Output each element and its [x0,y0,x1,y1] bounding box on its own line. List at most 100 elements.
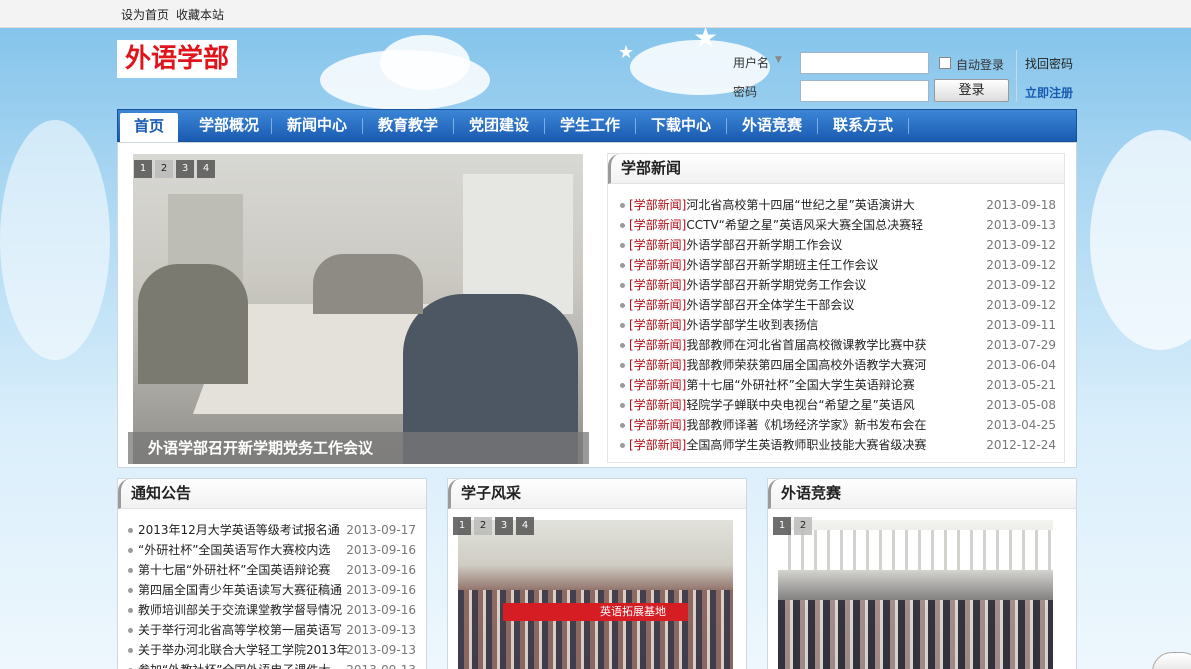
news-title[interactable]: 外语学部召开新学期党务工作会议 [686,278,866,292]
slide-page-1[interactable]: 1 [134,160,152,178]
student-crowd [458,590,733,669]
register-link[interactable]: 立即注册 [1025,84,1073,101]
news-item[interactable]: [学部新闻]全国高师学生英语教师职业技能大赛省级决赛 2012-12-24 [620,435,1056,455]
auto-login-checkbox[interactable] [939,57,951,69]
news-tag[interactable]: [学部新闻] [629,258,686,272]
password-input[interactable] [800,80,929,102]
student-page-1[interactable]: 1 [453,517,471,535]
notice-item[interactable]: “外研社杯”全国英语写作大赛校内选 2013-09-16 [128,540,416,560]
notice-title[interactable]: “外研社杯”全国英语写作大赛校内选 [138,543,330,557]
news-tag[interactable]: [学部新闻] [629,378,686,392]
news-tag[interactable]: [学部新闻] [629,198,686,212]
student-page-3[interactable]: 3 [495,517,513,535]
bullet-icon [128,548,133,553]
nav-downloads[interactable]: 下载中心 [636,110,726,141]
student-style-title: 学子风采 [448,479,746,509]
chevron-down-icon[interactable]: ▼ [775,55,782,65]
news-item[interactable]: [学部新闻]第十七届“外研社杯”全国大学生英语辩论赛 2013-05-21 [620,375,1056,395]
news-tag[interactable]: [学部新闻] [629,438,686,452]
news-item[interactable]: [学部新闻]外语学部召开全体学生干部会议 2013-09-12 [620,295,1056,315]
news-title[interactable]: 外语学部学生收到表扬信 [686,318,818,332]
nav-competition[interactable]: 外语竞赛 [727,110,817,141]
news-title[interactable]: 轻院学子蝉联中央电视台“希望之星”英语风 [686,398,914,412]
nav-news-center[interactable]: 新闻中心 [272,110,362,141]
student-page-2[interactable]: 2 [474,517,492,535]
news-item[interactable]: [学部新闻]外语学部召开新学期班主任工作会议 2013-09-12 [620,255,1056,275]
news-item[interactable]: [学部新闻]外语学部召开新学期党务工作会议 2013-09-12 [620,275,1056,295]
news-tag[interactable]: [学部新闻] [629,358,686,372]
competition-photo[interactable] [778,520,1053,669]
news-title[interactable]: 外语学部召开全体学生干部会议 [686,298,854,312]
hall-ceiling [778,530,1053,570]
notice-item[interactable]: 关于举办河北联合大学轻工学院2013年 2013-09-13 [128,640,416,660]
username-input[interactable] [800,52,929,74]
slide-page-2[interactable]: 2 [155,160,173,178]
news-tag[interactable]: [学部新闻] [629,398,686,412]
news-item[interactable]: [学部新闻]我部教师荣获第四届全国高校外语教学大赛河 2013-06-04 [620,355,1056,375]
nav-student-work[interactable]: 学生工作 [545,110,635,141]
notice-item[interactable]: 教师培训部关于交流课堂教学督导情况 2013-09-16 [128,600,416,620]
site-logo[interactable]: 外语学部 [117,40,237,78]
notice-title[interactable]: 关于举行河北省高等学校第一届英语写 [138,623,342,637]
news-item[interactable]: [学部新闻]我部教师在河北省首届高校微课教学比赛中获 2013-07-29 [620,335,1056,355]
notice-title[interactable]: 参加“外教社杯”全国外语电子课件大 [138,663,330,669]
notice-item[interactable]: 第十七届“外研社杯”全国英语辩论赛 2013-09-16 [128,560,416,580]
news-tag[interactable]: [学部新闻] [629,318,686,332]
nav-teaching[interactable]: 教育教学 [363,110,453,141]
student-page-4[interactable]: 4 [516,517,534,535]
competition-page-2[interactable]: 2 [794,517,812,535]
student-style-photo[interactable]: 英语拓展基地 [458,520,733,669]
news-title[interactable]: 外语学部召开新学期工作会议 [686,238,842,252]
news-tag[interactable]: [学部新闻] [629,218,686,232]
auto-login-label[interactable]: 自动登录 [956,56,1004,73]
news-date: 2013-05-21 [986,378,1056,392]
bullet-icon [620,323,625,328]
slide-page-3[interactable]: 3 [176,160,194,178]
news-tag[interactable]: [学部新闻] [629,338,686,352]
slide-page-4[interactable]: 4 [197,160,215,178]
notice-title[interactable]: 教师培训部关于交流课堂教学督导情况 [138,603,342,617]
set-homepage-link[interactable]: 设为首页 [121,6,169,23]
news-item[interactable]: [学部新闻]CCTV“希望之星”英语风采大赛全国总决赛轻 2013-09-13 [620,215,1056,235]
notice-item[interactable]: 2013年12月大学英语等级考试报名通 2013-09-17 [128,520,416,540]
notice-title[interactable]: 第四届全国青少年英语读写大赛征稿通 [138,583,342,597]
notice-date: 2013-09-13 [346,660,416,669]
notice-title[interactable]: 2013年12月大学英语等级考试报名通 [138,523,340,537]
news-title[interactable]: 我部教师荣获第四届全国高校外语教学大赛河 [686,358,926,372]
notices-box-title: 通知公告 [118,479,426,509]
competition-page-1[interactable]: 1 [773,517,791,535]
news-tag[interactable]: [学部新闻] [629,278,686,292]
news-title[interactable]: 我部教师在河北省首届高校微课教学比赛中获 [686,338,926,352]
bullet-icon [620,243,625,248]
scroll-top-button[interactable] [1152,652,1191,669]
notice-title[interactable]: 第十七届“外研社杯”全国英语辩论赛 [138,563,330,577]
nav-contact[interactable]: 联系方式 [818,110,908,141]
notice-item[interactable]: 参加“外教社杯”全国外语电子课件大 2013-09-13 [128,660,416,669]
notice-item[interactable]: 第四届全国青少年英语读写大赛征稿通 2013-09-16 [128,580,416,600]
news-tag[interactable]: [学部新闻] [629,298,686,312]
news-tag[interactable]: [学部新闻] [629,418,686,432]
news-item[interactable]: [学部新闻]外语学部学生收到表扬信 2013-09-11 [620,315,1056,335]
news-item[interactable]: [学部新闻]轻院学子蝉联中央电视台“希望之星”英语风 2013-05-08 [620,395,1056,415]
nav-home[interactable]: 首页 [120,113,178,142]
news-title[interactable]: 第十七届“外研社杯”全国大学生英语辩论赛 [686,378,914,392]
news-tag[interactable]: [学部新闻] [629,238,686,252]
bookmark-link[interactable]: 收藏本站 [176,6,224,23]
news-title[interactable]: 全国高师学生英语教师职业技能大赛省级决赛 [686,438,926,452]
news-title[interactable]: 我部教师译著《机场经济学家》新书发布会在 [686,418,926,432]
news-item[interactable]: [学部新闻]我部教师译著《机场经济学家》新书发布会在 2013-04-25 [620,415,1056,435]
notice-title[interactable]: 关于举办河北联合大学轻工学院2013年 [138,643,349,657]
nav-party[interactable]: 党团建设 [454,110,544,141]
news-title[interactable]: 外语学部召开新学期班主任工作会议 [686,258,878,272]
slideshow-photo[interactable] [133,154,583,464]
news-item[interactable]: [学部新闻]河北省高校第十四届“世纪之星”英语演讲大 2013-09-18 [620,195,1056,215]
find-password-link[interactable]: 找回密码 [1025,55,1073,72]
notice-item[interactable]: 关于举行河北省高等学校第一届英语写 2013-09-13 [128,620,416,640]
login-button[interactable]: 登录 [934,79,1009,102]
nav-about[interactable]: 学部概况 [184,110,274,141]
slideshow-caption[interactable]: 外语学部召开新学期党务工作会议 [128,432,589,464]
news-title[interactable]: CCTV“希望之星”英语风采大赛全国总决赛轻 [686,218,923,232]
cloud-decoration [0,120,110,360]
news-title[interactable]: 河北省高校第十四届“世纪之星”英语演讲大 [686,198,914,212]
news-item[interactable]: [学部新闻]外语学部召开新学期工作会议 2013-09-12 [620,235,1056,255]
